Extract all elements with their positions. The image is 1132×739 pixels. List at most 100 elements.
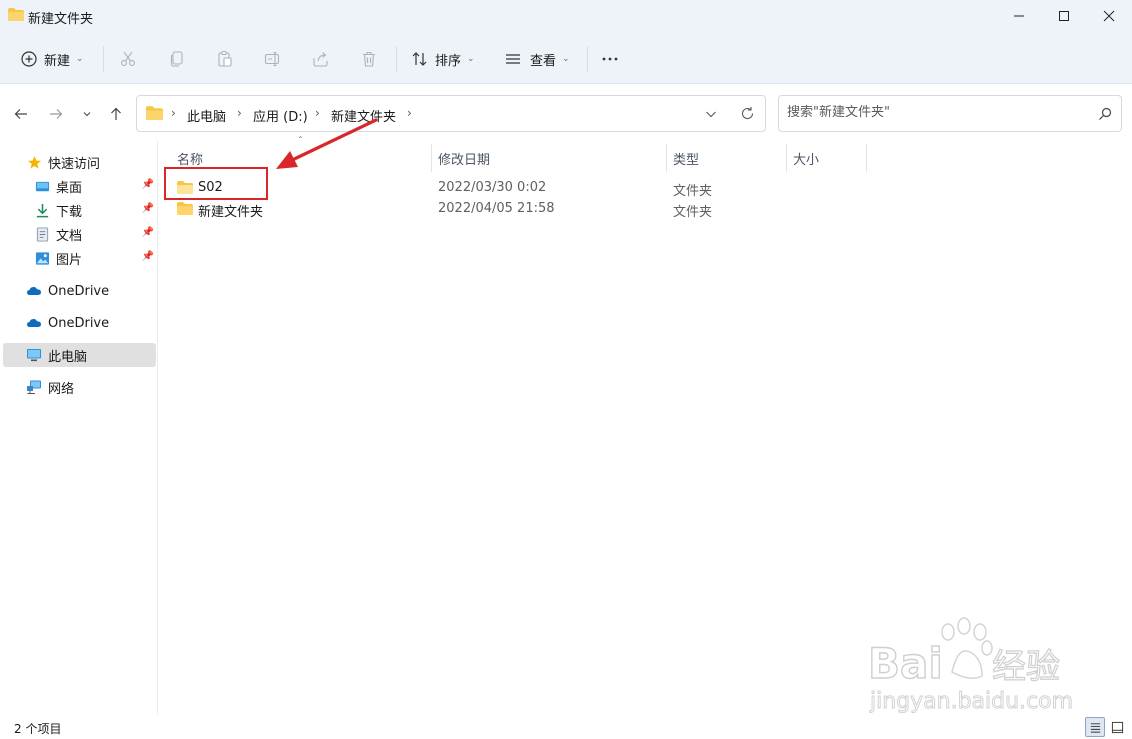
sidebar-item-this-pc[interactable]: 此电脑 <box>3 343 156 367</box>
column-divider[interactable] <box>866 144 867 172</box>
details-view-button[interactable] <box>1085 717 1105 737</box>
toolbar-divider <box>103 46 104 72</box>
tiles-view-icon <box>1111 721 1123 733</box>
status-bar: 2 个项目 <box>0 714 1132 739</box>
column-divider[interactable] <box>666 144 667 172</box>
breadcrumb-this-pc[interactable]: 此电脑 <box>187 106 226 125</box>
svg-text:jingyan.baidu.com: jingyan.baidu.com <box>869 689 1073 714</box>
svg-text:经验: 经验 <box>992 647 1060 687</box>
arrow-left-icon <box>14 109 27 119</box>
sidebar-item-onedrive-2[interactable]: OneDrive <box>26 311 109 335</box>
sidebar-item-label: 快速访问 <box>48 156 101 172</box>
sidebar-item-label: 此电脑 <box>48 349 88 365</box>
back-button[interactable] <box>11 104 31 124</box>
share-button[interactable] <box>312 44 330 74</box>
rename-button[interactable] <box>264 44 282 74</box>
sidebar-item-label: 网络 <box>48 381 75 397</box>
baidu-jingyan-watermark: Bai 经验 jingyan.baidu.com <box>867 617 1074 715</box>
column-header-name[interactable]: 名称 <box>177 149 203 168</box>
sidebar-item-downloads[interactable]: 下载 📌 <box>34 198 154 222</box>
delete-icon <box>363 51 375 67</box>
column-header-type[interactable]: 类型 <box>673 149 699 168</box>
column-header-size[interactable]: 大小 <box>793 149 819 168</box>
add-icon <box>21 51 37 67</box>
share-icon <box>313 52 328 67</box>
pin-icon[interactable]: 📌 <box>142 179 154 190</box>
file-name: 新建文件夹 <box>198 205 264 220</box>
close-icon <box>1103 10 1115 22</box>
chevron-down-icon[interactable] <box>705 109 717 119</box>
sidebar-item-onedrive[interactable]: OneDrive <box>26 279 109 303</box>
forward-button[interactable] <box>46 104 66 124</box>
sidebar-item-label: 下载 <box>56 204 83 220</box>
sidebar-item-network[interactable]: 网络 <box>26 375 74 399</box>
network-icon <box>26 379 42 395</box>
folder-icon <box>8 8 24 21</box>
more-icon <box>602 57 618 61</box>
search-box[interactable] <box>778 95 1122 132</box>
sort-button[interactable]: 排序 ⌄ <box>411 44 475 74</box>
pin-icon[interactable]: 📌 <box>142 227 154 238</box>
minimize-button[interactable] <box>996 0 1042 32</box>
chevron-down-icon: ⌄ <box>76 54 84 64</box>
new-button[interactable]: 新建 ⌄ <box>20 44 84 74</box>
download-icon <box>34 202 50 218</box>
file-type: 文件夹 <box>673 205 713 220</box>
paste-button[interactable] <box>216 44 234 74</box>
cloud-icon <box>26 283 42 299</box>
navigation-bar: › 此电脑 › 应用 (D:) › 新建文件夹 › <box>0 85 1132 141</box>
chevron-down-icon <box>83 112 91 117</box>
sidebar-item-label: OneDrive <box>48 315 110 331</box>
arrow-up-icon <box>111 107 121 120</box>
chevron-down-icon: ⌄ <box>562 54 570 64</box>
close-button[interactable] <box>1086 0 1132 32</box>
toolbar-divider <box>396 46 397 72</box>
chevron-right-icon: › <box>407 106 412 120</box>
copy-button[interactable] <box>168 44 186 74</box>
more-button[interactable] <box>601 44 619 74</box>
folder-icon <box>177 202 193 215</box>
maximize-button[interactable] <box>1041 0 1087 32</box>
details-view-icon <box>1090 722 1100 733</box>
column-divider[interactable] <box>786 144 787 172</box>
up-button[interactable] <box>106 104 126 124</box>
view-button[interactable]: 查看 ⌄ <box>504 44 570 74</box>
chevron-right-icon: › <box>237 106 242 120</box>
tiles-view-button[interactable] <box>1107 717 1127 737</box>
folder-icon <box>146 106 163 120</box>
sidebar-item-desktop[interactable]: 桌面 📌 <box>34 174 154 198</box>
toolbar-divider <box>587 46 588 72</box>
delete-button[interactable] <box>360 44 378 74</box>
sidebar-item-label: 图片 <box>56 252 83 268</box>
view-list-icon <box>506 54 520 64</box>
document-icon <box>34 226 50 242</box>
sidebar-item-documents[interactable]: 文档 📌 <box>34 222 154 246</box>
sidebar-item-label: 桌面 <box>56 180 83 196</box>
chevron-down-icon: ⌄ <box>467 54 475 64</box>
command-bar: 新建 ⌄ 排序 ⌄ 查看 ⌄ <box>0 32 1132 84</box>
column-header-date[interactable]: 修改日期 <box>438 149 490 168</box>
cut-button[interactable] <box>119 44 137 74</box>
search-input[interactable] <box>787 105 1087 120</box>
sidebar-item-pictures[interactable]: 图片 📌 <box>34 246 154 270</box>
star-icon <box>26 154 42 170</box>
rename-icon <box>264 51 280 67</box>
cloud-icon <box>26 315 42 331</box>
minimize-icon <box>1014 15 1024 17</box>
pin-icon[interactable]: 📌 <box>142 251 154 262</box>
computer-icon <box>26 347 42 363</box>
recent-locations-button[interactable] <box>77 104 97 124</box>
copy-icon <box>170 51 183 67</box>
search-icon[interactable] <box>1098 107 1112 121</box>
arrow-right-icon <box>50 109 63 119</box>
sidebar-item-quick-access[interactable]: 快速访问 <box>26 150 100 174</box>
address-bar[interactable]: › 此电脑 › 应用 (D:) › 新建文件夹 › <box>136 95 766 132</box>
item-count: 2 个项目 <box>14 722 62 736</box>
column-divider[interactable] <box>431 144 432 172</box>
table-row[interactable]: 新建文件夹 2022/04/05 21:58 文件夹 <box>175 199 875 220</box>
table-row[interactable]: S02 2022/03/30 0:02 文件夹 <box>175 178 875 199</box>
sort-label: 排序 <box>435 53 462 69</box>
refresh-icon[interactable] <box>740 106 755 121</box>
pin-icon[interactable]: 📌 <box>142 203 154 214</box>
title-bar: 新建文件夹 <box>0 0 1132 32</box>
